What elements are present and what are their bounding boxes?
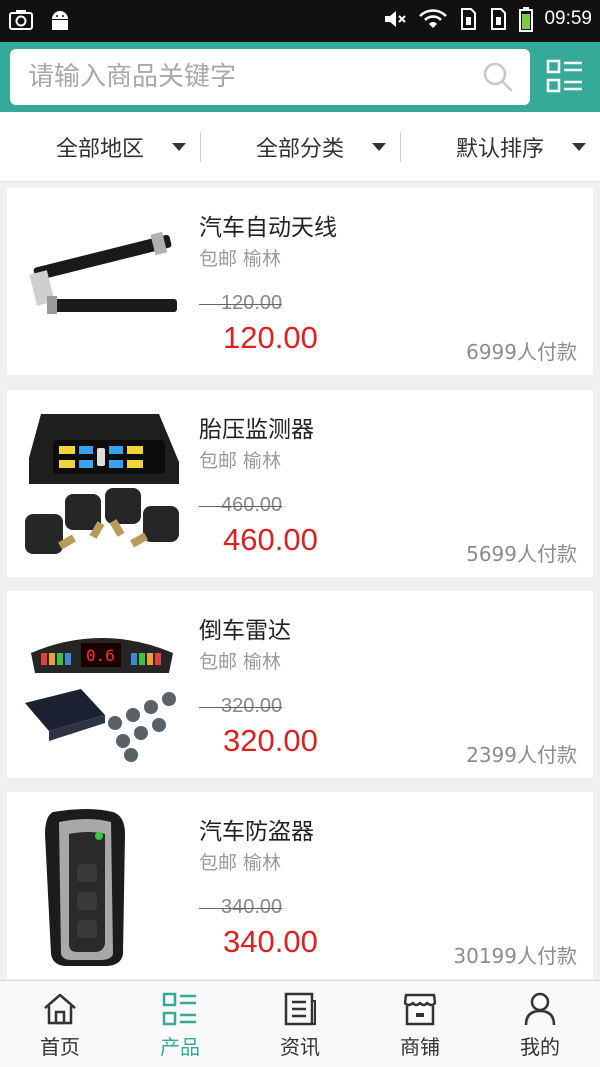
original-price: 460.00 (199, 494, 283, 517)
product-card[interactable]: 汽车防盗器 包邮 榆林 340.00 340.00 30199人付款 (7, 792, 593, 979)
filter-category-label: 全部分类 (255, 136, 344, 162)
product-price: 340.00 (223, 924, 318, 959)
nav-shop[interactable]: 商铺 (360, 981, 480, 1067)
sim1-icon (461, 8, 477, 30)
filter-region-label: 全部地区 (55, 136, 144, 162)
nav-products-label: 产品 (160, 1035, 200, 1059)
filter-sort[interactable]: 默认排序 (400, 112, 600, 181)
sales-count: 30199人付款 (453, 944, 577, 968)
clock: 09:59 (544, 8, 592, 29)
svg-text:0.6: 0.6 (86, 646, 115, 665)
android-icon (52, 11, 68, 30)
product-tag: 包邮 榆林 (199, 450, 282, 472)
product-tag: 包邮 榆林 (199, 651, 282, 673)
product-price: 460.00 (223, 522, 318, 557)
nav-news[interactable]: 资讯 (240, 981, 360, 1067)
product-tag: 包邮 榆林 (199, 852, 282, 874)
product-name: 胎压监测器 (199, 417, 314, 443)
shop-icon (403, 993, 437, 1026)
sales-count: 2399人付款 (466, 743, 577, 767)
product-tag: 包邮 榆林 (199, 248, 282, 270)
search-box[interactable] (10, 49, 530, 105)
nav-products[interactable]: 产品 (120, 981, 240, 1067)
camera-icon (9, 10, 33, 30)
tire-pressure-monitor-image (19, 402, 183, 566)
nav-news-label: 资讯 (280, 1035, 320, 1059)
filter-sort-label: 默认排序 (455, 136, 544, 162)
nav-shop-label: 商铺 (400, 1035, 440, 1059)
sim2-icon (491, 8, 507, 30)
product-name: 汽车防盗器 (199, 819, 314, 845)
grid-list-icon (162, 992, 196, 1026)
wifi-icon (419, 9, 448, 28)
original-price-text: 340.00 (221, 896, 283, 918)
caret-down-icon (572, 143, 586, 151)
user-icon (524, 992, 556, 1026)
home-icon (44, 993, 76, 1025)
status-bar: 09:59 (0, 0, 600, 42)
nav-me[interactable]: 我的 (480, 981, 600, 1067)
caret-down-icon (372, 143, 386, 151)
product-card[interactable]: 汽车自动天线 包邮 榆林 120.00 120.00 6999人付款 (7, 188, 593, 375)
filter-bar: 全部地区 全部分类 默认排序 (0, 112, 600, 182)
caret-down-icon (172, 143, 186, 151)
original-price-text: 460.00 (221, 494, 283, 516)
category-menu-icon[interactable] (546, 58, 584, 96)
product-name: 倒车雷达 (199, 618, 291, 644)
original-price-text: 320.00 (221, 695, 283, 717)
battery-icon (519, 7, 534, 32)
bottom-nav: 首页 产品 资讯 商铺 我的 (0, 980, 600, 1067)
mute-icon (385, 11, 407, 27)
original-price: 120.00 (199, 292, 283, 315)
sales-count: 6999人付款 (466, 340, 577, 364)
filter-category[interactable]: 全部分类 (200, 112, 400, 181)
product-name: 汽车自动天线 (199, 215, 337, 241)
nav-me-label: 我的 (520, 1035, 560, 1059)
nav-home-label: 首页 (40, 1035, 80, 1059)
parking-sensor-image: 0.6 (19, 603, 183, 767)
sales-count: 5699人付款 (466, 542, 577, 566)
search-icon[interactable] (482, 61, 514, 93)
car-key-remote-image (19, 804, 183, 968)
search-input[interactable] (28, 49, 468, 105)
product-card[interactable]: 0.6 倒车雷达 包邮 榆林 320.00 320.00 2399人付款 (7, 591, 593, 778)
original-price-text: 120.00 (221, 292, 283, 314)
nav-home[interactable]: 首页 (0, 981, 120, 1067)
news-icon (284, 992, 316, 1026)
product-price: 120.00 (223, 320, 318, 355)
app-header (0, 42, 600, 112)
original-price: 320.00 (199, 695, 283, 718)
filter-region[interactable]: 全部地区 (0, 112, 200, 181)
original-price: 340.00 (199, 896, 283, 919)
product-card[interactable]: 胎压监测器 包邮 榆林 460.00 460.00 5699人付款 (7, 390, 593, 577)
car-antenna-image (19, 200, 183, 364)
product-price: 320.00 (223, 723, 318, 758)
